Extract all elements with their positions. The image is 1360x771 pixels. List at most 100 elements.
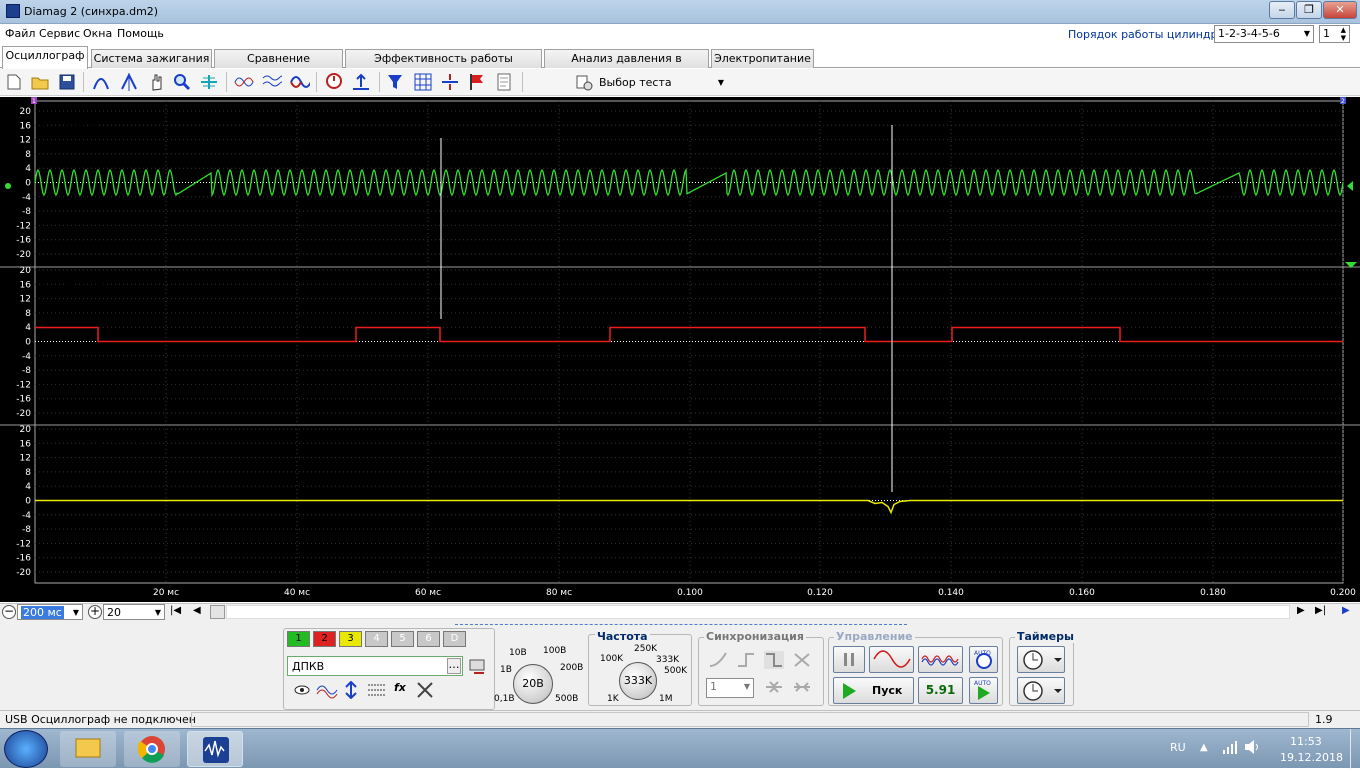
explorer-icon[interactable] bbox=[60, 731, 116, 767]
voltage-knob[interactable]: 20В bbox=[513, 664, 553, 704]
sync-channel-select[interactable]: 1 ▼ bbox=[706, 678, 754, 698]
cursor-measure-icon[interactable] bbox=[119, 72, 139, 92]
channel-button-2[interactable]: 2 bbox=[313, 631, 336, 647]
timers-title: Таймеры bbox=[1015, 630, 1076, 643]
zoom-icon[interactable] bbox=[172, 72, 192, 92]
spin-arrows-icon[interactable]: ▲ ▼ bbox=[1341, 26, 1346, 42]
scroll-first-icon[interactable]: |◀ bbox=[170, 605, 181, 616]
x-tick-label: 0.200 bbox=[1330, 588, 1356, 598]
waveform-overlay-icon[interactable] bbox=[234, 72, 254, 92]
panel-collapse-handle[interactable] bbox=[455, 620, 907, 625]
offset-icon[interactable] bbox=[342, 680, 360, 700]
channel-button-6[interactable]: 6 bbox=[417, 631, 440, 647]
tab-power[interactable]: Электропитание bbox=[711, 49, 814, 68]
channel-button-4[interactable]: 4 bbox=[365, 631, 388, 647]
channel-button-3[interactable]: 3 bbox=[339, 631, 362, 647]
minimize-button[interactable]: ‒ bbox=[1269, 1, 1295, 19]
chrome-icon[interactable] bbox=[124, 731, 180, 767]
tab-oscilloscope[interactable]: Осциллограф bbox=[2, 46, 88, 69]
grid-icon[interactable] bbox=[413, 72, 433, 92]
cursor-marker-1-label: 1 bbox=[32, 98, 36, 105]
sync-edge-down-icon[interactable] bbox=[764, 651, 784, 669]
more-options-button[interactable]: … bbox=[447, 658, 461, 674]
channel-button-D[interactable]: D bbox=[443, 631, 466, 647]
oscilloscope-display[interactable]: 20 мс 40 мс 60 мс 80 мс 0.100 0.120 0.140 0.160… bbox=[0, 97, 1360, 602]
channel-button-1[interactable]: 1 bbox=[287, 631, 310, 647]
save-icon[interactable] bbox=[57, 72, 77, 92]
play-scroll-icon[interactable]: ▶ bbox=[1342, 605, 1350, 616]
cursor-a-icon[interactable] bbox=[91, 72, 111, 92]
open-folder-icon[interactable] bbox=[30, 72, 50, 92]
continuous-wave-button[interactable] bbox=[918, 646, 963, 673]
control-title: Управление bbox=[834, 630, 915, 643]
auto-play-icon[interactable]: AUTO bbox=[969, 677, 998, 704]
tools-icon[interactable] bbox=[416, 681, 434, 699]
volume-icon[interactable] bbox=[1244, 739, 1260, 755]
tray-chevron-icon[interactable]: ▲ bbox=[1200, 742, 1208, 753]
channel-name-field[interactable]: ДПКВ … bbox=[287, 656, 463, 676]
new-file-icon[interactable] bbox=[4, 72, 24, 92]
channel-settings-icon[interactable] bbox=[468, 656, 488, 676]
diamag-icon[interactable] bbox=[187, 731, 243, 767]
sync-auto-icon[interactable] bbox=[792, 651, 812, 669]
single-wave-button[interactable] bbox=[869, 646, 914, 673]
timebase-select[interactable]: 200 мс ▼ bbox=[17, 604, 83, 620]
menu-file[interactable]: Файл bbox=[5, 27, 35, 40]
menu-windows[interactable]: Окна bbox=[83, 27, 112, 40]
show-desktop-button[interactable] bbox=[1350, 729, 1360, 769]
frequency-knob[interactable]: 333K bbox=[619, 662, 657, 700]
test-select-dropdown[interactable]: Выбор теста ▼ bbox=[575, 72, 730, 93]
scroll-left-icon[interactable]: ◀ bbox=[193, 605, 201, 616]
zoom-select[interactable]: 20 ▼ bbox=[103, 604, 165, 620]
scroll-track[interactable] bbox=[226, 605, 1290, 619]
sync-offset-icon[interactable] bbox=[792, 678, 812, 696]
waveform-compare-icon[interactable] bbox=[290, 72, 310, 92]
tab-ignition[interactable]: Система зажигания bbox=[91, 49, 212, 68]
maximize-button[interactable]: ❐ bbox=[1296, 1, 1322, 19]
auto-scale-icon[interactable] bbox=[199, 72, 219, 92]
svg-text:AUTO: AUTO bbox=[974, 650, 991, 657]
oscilloscope-plot[interactable]: 20 мс 40 мс 60 мс 80 мс 0.100 0.120 0.140 0.160… bbox=[0, 97, 1360, 602]
sync-edge-up-icon[interactable] bbox=[736, 651, 756, 669]
waveform-filter-icon[interactable] bbox=[262, 72, 282, 92]
start-button[interactable]: Пуск bbox=[833, 677, 914, 704]
y-tick-label: 16 bbox=[20, 121, 32, 131]
input-language[interactable]: RU bbox=[1170, 741, 1186, 754]
cylinder-order-select[interactable]: 1-2-3-4-5-6 ▼ bbox=[1214, 25, 1314, 43]
tab-cylinder-compare[interactable]: Сравнение цилиндров bbox=[214, 49, 343, 82]
zero-level-icon[interactable] bbox=[351, 72, 371, 92]
function-icon[interactable]: fx bbox=[394, 681, 412, 699]
hand-pan-icon[interactable] bbox=[147, 72, 167, 92]
timer-start-button[interactable] bbox=[1017, 646, 1065, 673]
flag-marker-icon[interactable] bbox=[467, 72, 487, 92]
scroll-thumb[interactable] bbox=[210, 605, 225, 619]
test-select-label: Выбор теста bbox=[599, 76, 672, 89]
pause-button[interactable] bbox=[833, 646, 865, 673]
timer-stop-button[interactable] bbox=[1017, 677, 1065, 704]
menu-help[interactable]: Помощь bbox=[117, 27, 164, 40]
wave-invert-icon[interactable] bbox=[316, 681, 338, 699]
close-button[interactable]: ✕ bbox=[1323, 1, 1357, 19]
menu-service[interactable]: Сервис bbox=[39, 27, 80, 40]
start-orb-icon[interactable] bbox=[4, 730, 48, 768]
split-icon[interactable] bbox=[440, 72, 460, 92]
tab-cylinder-pressure[interactable]: Анализ давления в цилиндре bbox=[544, 49, 709, 82]
cylinder-order-value: 1-2-3-4-5-6 bbox=[1218, 27, 1280, 40]
eye-icon[interactable] bbox=[293, 681, 311, 699]
sync-rising-icon[interactable] bbox=[708, 651, 728, 669]
tab-cylinder-efficiency[interactable]: Эффективность работы цилиндров bbox=[345, 49, 542, 82]
notes-icon[interactable] bbox=[494, 72, 514, 92]
zoom-in-icon[interactable]: + bbox=[88, 605, 102, 619]
window-title-bar[interactable]: Diamag 2 (синхра.dm2) ‒ ❐ ✕ bbox=[0, 0, 1360, 24]
auto-trigger-icon[interactable] bbox=[324, 72, 344, 92]
scroll-right-icon[interactable]: ▶ bbox=[1297, 605, 1305, 616]
scroll-last-icon[interactable]: ▶| bbox=[1315, 605, 1326, 616]
lines-icon[interactable] bbox=[367, 681, 387, 699]
channel-button-5[interactable]: 5 bbox=[391, 631, 414, 647]
cylinder-spin[interactable]: 1 ▲ ▼ bbox=[1319, 25, 1350, 43]
filter-icon[interactable] bbox=[386, 72, 406, 92]
auto-measure-icon[interactable]: AUTO bbox=[969, 646, 998, 673]
sync-level-icon[interactable] bbox=[764, 678, 784, 696]
zoom-out-icon[interactable]: − bbox=[2, 605, 16, 619]
network-icon[interactable] bbox=[1222, 739, 1238, 755]
